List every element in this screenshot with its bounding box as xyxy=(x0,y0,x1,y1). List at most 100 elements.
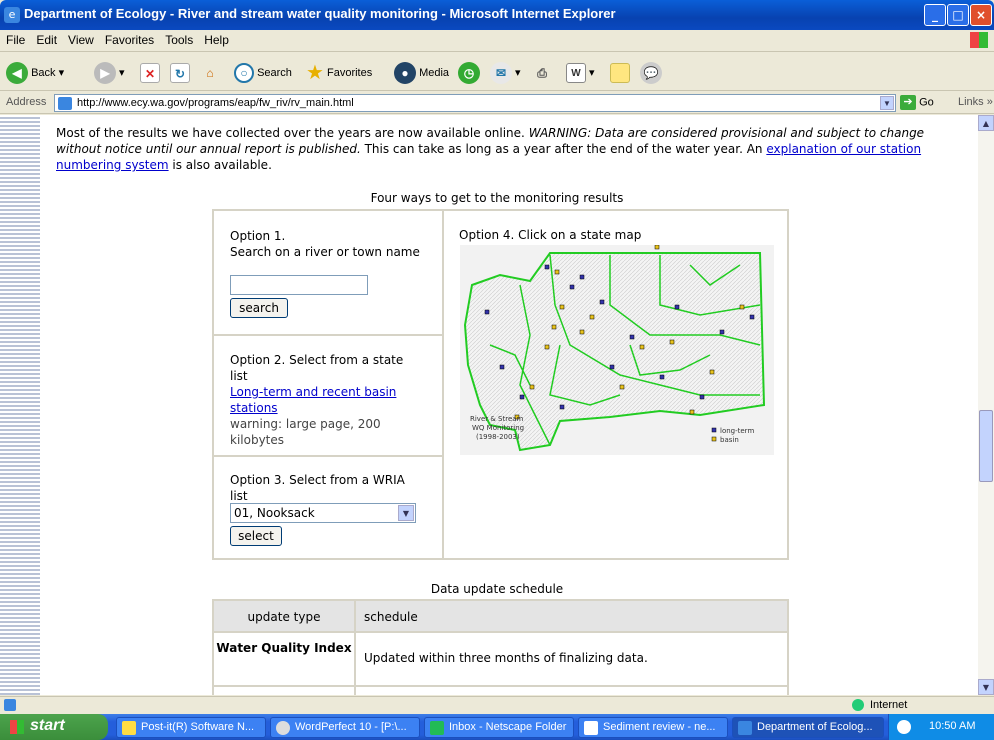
clock[interactable]: 10:50 AM xyxy=(929,720,975,732)
back-button[interactable]: ◀ Back ▾ xyxy=(6,61,64,85)
legend-basin-label: basin xyxy=(720,436,739,444)
wria-selected-value: 01, Nooksack xyxy=(234,506,315,520)
menu-file[interactable]: File xyxy=(0,30,30,47)
map-label-line2: WQ Monitoring xyxy=(472,424,524,432)
history-button[interactable]: ◷ xyxy=(458,61,480,85)
basin-stations-link[interactable]: Long-term and recent basin stations xyxy=(230,384,420,416)
forward-button[interactable]: ▶ ▾ xyxy=(94,61,125,85)
search-submit-button[interactable]: search xyxy=(230,298,288,318)
document-icon xyxy=(584,721,598,735)
messenger-icon: 💬 xyxy=(640,62,662,85)
intro-paragraph: Most of the results we have collected ov… xyxy=(56,126,925,172)
map-label-line3: (1998-2003) xyxy=(476,433,520,441)
page-icon xyxy=(58,97,72,110)
stop-icon: ✕ xyxy=(140,63,160,84)
wria-select-button[interactable]: select xyxy=(230,526,282,546)
favorites-button[interactable]: ★ Favorites xyxy=(306,61,372,85)
back-arrow-icon: ◀ xyxy=(6,62,28,85)
options-left-column: Option 1. Search on a river or town name… xyxy=(214,211,444,558)
option-divider xyxy=(214,334,442,336)
river-town-search-input[interactable] xyxy=(230,275,368,295)
stop-button[interactable]: ✕ xyxy=(140,61,160,85)
option1-title: Option 1. Search on a river or town name xyxy=(230,229,420,259)
menu-tools[interactable]: Tools xyxy=(159,30,198,47)
page-content: Most of the results we have collected ov… xyxy=(0,115,978,695)
home-icon: ⌂ xyxy=(206,66,214,81)
title-bar[interactable]: e Department of Ecology - River and stre… xyxy=(0,0,994,30)
menu-bar: File Edit View Favorites Tools Help xyxy=(0,30,994,52)
tray-icon[interactable] xyxy=(897,720,911,734)
row1-type: Water Quality Index xyxy=(216,641,352,655)
maximize-button[interactable]: □ xyxy=(947,4,969,26)
history-icon: ◷ xyxy=(458,62,480,85)
windows-flag-icon xyxy=(10,720,24,734)
page-status-icon xyxy=(4,699,16,711)
taskbar: start Post-it(R) Software N... WordPerfe… xyxy=(0,714,994,740)
go-button[interactable]: ➔ Go xyxy=(900,95,934,110)
option2-title: Option 2. Select from a state list xyxy=(230,353,404,383)
status-bar: Internet xyxy=(0,696,994,714)
globe-icon xyxy=(852,699,864,711)
legend-basin-swatch xyxy=(711,436,717,442)
postit-icon xyxy=(122,721,136,735)
option3-title: Option 3. Select from a WRIA list xyxy=(230,473,405,503)
system-tray: 10:50 AM xyxy=(888,714,994,740)
menu-view[interactable]: View xyxy=(62,30,99,47)
links-button[interactable]: Links » xyxy=(958,96,993,108)
browser-window: e Department of Ecology - River and stre… xyxy=(0,0,994,740)
state-map-svg[interactable]: River & Stream WQ Monitoring (1998-2003)… xyxy=(460,244,774,455)
search-button[interactable]: ○ Search xyxy=(234,61,292,85)
scroll-thumb[interactable] xyxy=(979,410,993,482)
ie-icon: e xyxy=(4,7,20,23)
menu-favorites[interactable]: Favorites xyxy=(99,30,159,47)
start-button[interactable]: start xyxy=(0,714,108,740)
minimize-button[interactable]: _ xyxy=(924,4,946,26)
wordperfect-icon xyxy=(276,721,290,735)
refresh-button[interactable]: ↻ xyxy=(170,61,190,85)
close-button[interactable]: × xyxy=(970,4,992,26)
options-table: Option 1. Search on a river or town name… xyxy=(212,209,789,560)
scroll-up-icon[interactable]: ▲ xyxy=(978,115,994,131)
print-button[interactable]: ⎙ xyxy=(532,61,552,85)
legend-longterm-swatch xyxy=(711,427,717,433)
task-sediment-review[interactable]: Sediment review - ne... xyxy=(578,717,728,738)
word-icon: W xyxy=(566,63,586,84)
netscape-icon xyxy=(430,721,444,735)
legend-longterm-label: long-term xyxy=(720,427,754,435)
address-input[interactable]: http://www.ecy.wa.gov/programs/eap/fw_ri… xyxy=(54,94,896,112)
forward-arrow-icon: ▶ xyxy=(94,62,116,85)
ie-task-icon xyxy=(738,721,752,735)
note-icon xyxy=(610,63,630,84)
option2-warning: warning: large page, 200 kilobytes xyxy=(230,417,381,447)
col-update-type: update type xyxy=(247,610,321,624)
address-dropdown-icon[interactable]: ▼ xyxy=(880,96,894,110)
address-url: http://www.ecy.wa.gov/programs/eap/fw_ri… xyxy=(77,97,354,109)
media-button[interactable]: ● Media xyxy=(394,61,449,85)
search-icon: ○ xyxy=(234,63,254,84)
schedule-heading: Data update schedule xyxy=(430,582,564,596)
task-department-ecology[interactable]: Department of Ecolog... xyxy=(732,717,884,738)
task-netscape-inbox[interactable]: Inbox - Netscape Folder xyxy=(424,717,574,738)
scroll-down-icon[interactable]: ▼ xyxy=(978,679,994,695)
wria-select[interactable]: 01, Nooksack ▼ xyxy=(230,503,416,523)
map-label-line1: River & Stream xyxy=(470,415,524,423)
discuss-button[interactable] xyxy=(610,61,630,85)
vertical-scrollbar[interactable]: ▲ ▼ xyxy=(978,115,994,695)
washington-state-map[interactable]: River & Stream WQ Monitoring (1998-2003)… xyxy=(460,244,774,455)
edit-button[interactable]: W ▾ xyxy=(566,61,595,85)
home-button[interactable]: ⌂ xyxy=(200,61,220,85)
menu-edit[interactable]: Edit xyxy=(30,30,62,47)
task-postit[interactable]: Post-it(R) Software N... xyxy=(116,717,266,738)
task-wordperfect[interactable]: WordPerfect 10 - [P:\... xyxy=(270,717,420,738)
windows-logo-icon xyxy=(970,32,988,48)
options-heading: Four ways to get to the monitoring resul… xyxy=(370,191,624,205)
address-bar: Address http://www.ecy.wa.gov/programs/e… xyxy=(0,92,994,114)
schedule-header-row: update type schedule xyxy=(214,601,787,633)
menu-help[interactable]: Help xyxy=(198,30,234,47)
messenger-button[interactable]: 💬 xyxy=(640,61,662,85)
media-icon: ● xyxy=(394,62,416,85)
refresh-icon: ↻ xyxy=(170,63,190,84)
mail-button[interactable]: ✉ ▾ xyxy=(490,61,521,85)
col-schedule: schedule xyxy=(364,610,418,624)
address-label: Address xyxy=(6,96,47,108)
